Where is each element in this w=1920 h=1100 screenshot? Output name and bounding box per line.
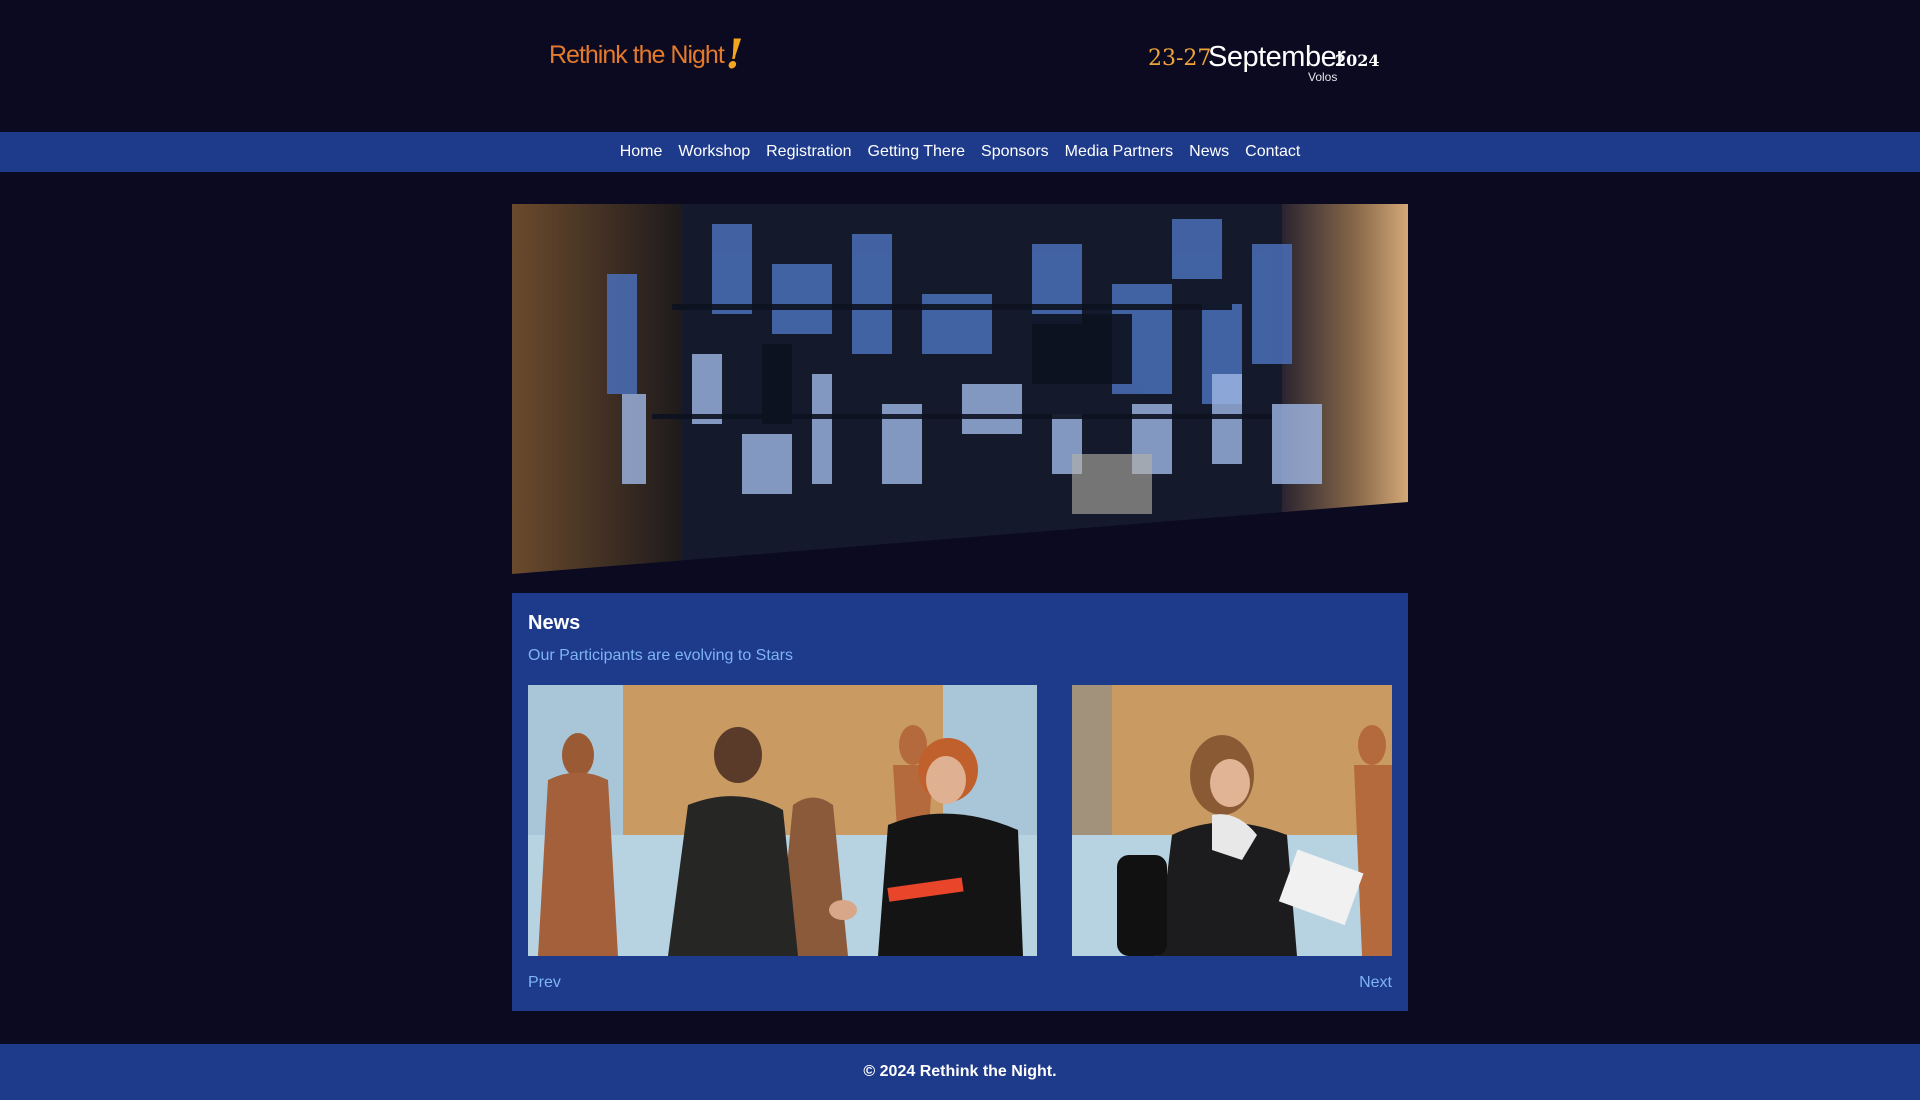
- event-dates: 23-27 September 2024 Volos: [1148, 38, 1380, 88]
- nav-item-sponsors[interactable]: Sponsors: [973, 143, 1057, 161]
- nav-item-getting-there[interactable]: Getting There: [860, 143, 974, 161]
- nav-item-home[interactable]: Home: [612, 143, 671, 161]
- prev-button[interactable]: Prev: [528, 974, 561, 992]
- footer-copyright: © 2024 Rethink the Night.: [863, 1063, 1057, 1080]
- hero-image: [512, 204, 1408, 574]
- logo-text: Rethink the Night: [549, 41, 725, 69]
- nav-item-media-partners[interactable]: Media Partners: [1057, 143, 1182, 161]
- news-section: News Our Participants are evolving to St…: [512, 593, 1408, 1011]
- event-city: Volos: [1308, 70, 1338, 84]
- news-photo-handshake[interactable]: [528, 685, 1037, 956]
- nav-item-registration[interactable]: Registration: [758, 143, 859, 161]
- site-footer: © 2024 Rethink the Night.: [0, 1044, 1920, 1100]
- event-year: 2024: [1335, 51, 1380, 70]
- news-heading: News: [528, 612, 581, 634]
- nav-item-contact[interactable]: Contact: [1237, 143, 1308, 161]
- logo-exclamation-mark: !: [725, 31, 744, 78]
- date-range: 23-27: [1148, 46, 1212, 71]
- site-header: Rethink the Night! 23-27 September 2024 …: [0, 0, 1920, 132]
- site-logo[interactable]: Rethink the Night!: [549, 31, 744, 78]
- main-navigation: Home Workshop Registration Getting There…: [0, 132, 1920, 172]
- nav-item-workshop[interactable]: Workshop: [670, 143, 758, 161]
- news-photo-participant[interactable]: [1072, 685, 1392, 956]
- news-article-link[interactable]: Our Participants are evolving to Stars: [528, 647, 793, 665]
- nav-item-news[interactable]: News: [1181, 143, 1237, 161]
- next-button[interactable]: Next: [1359, 974, 1392, 992]
